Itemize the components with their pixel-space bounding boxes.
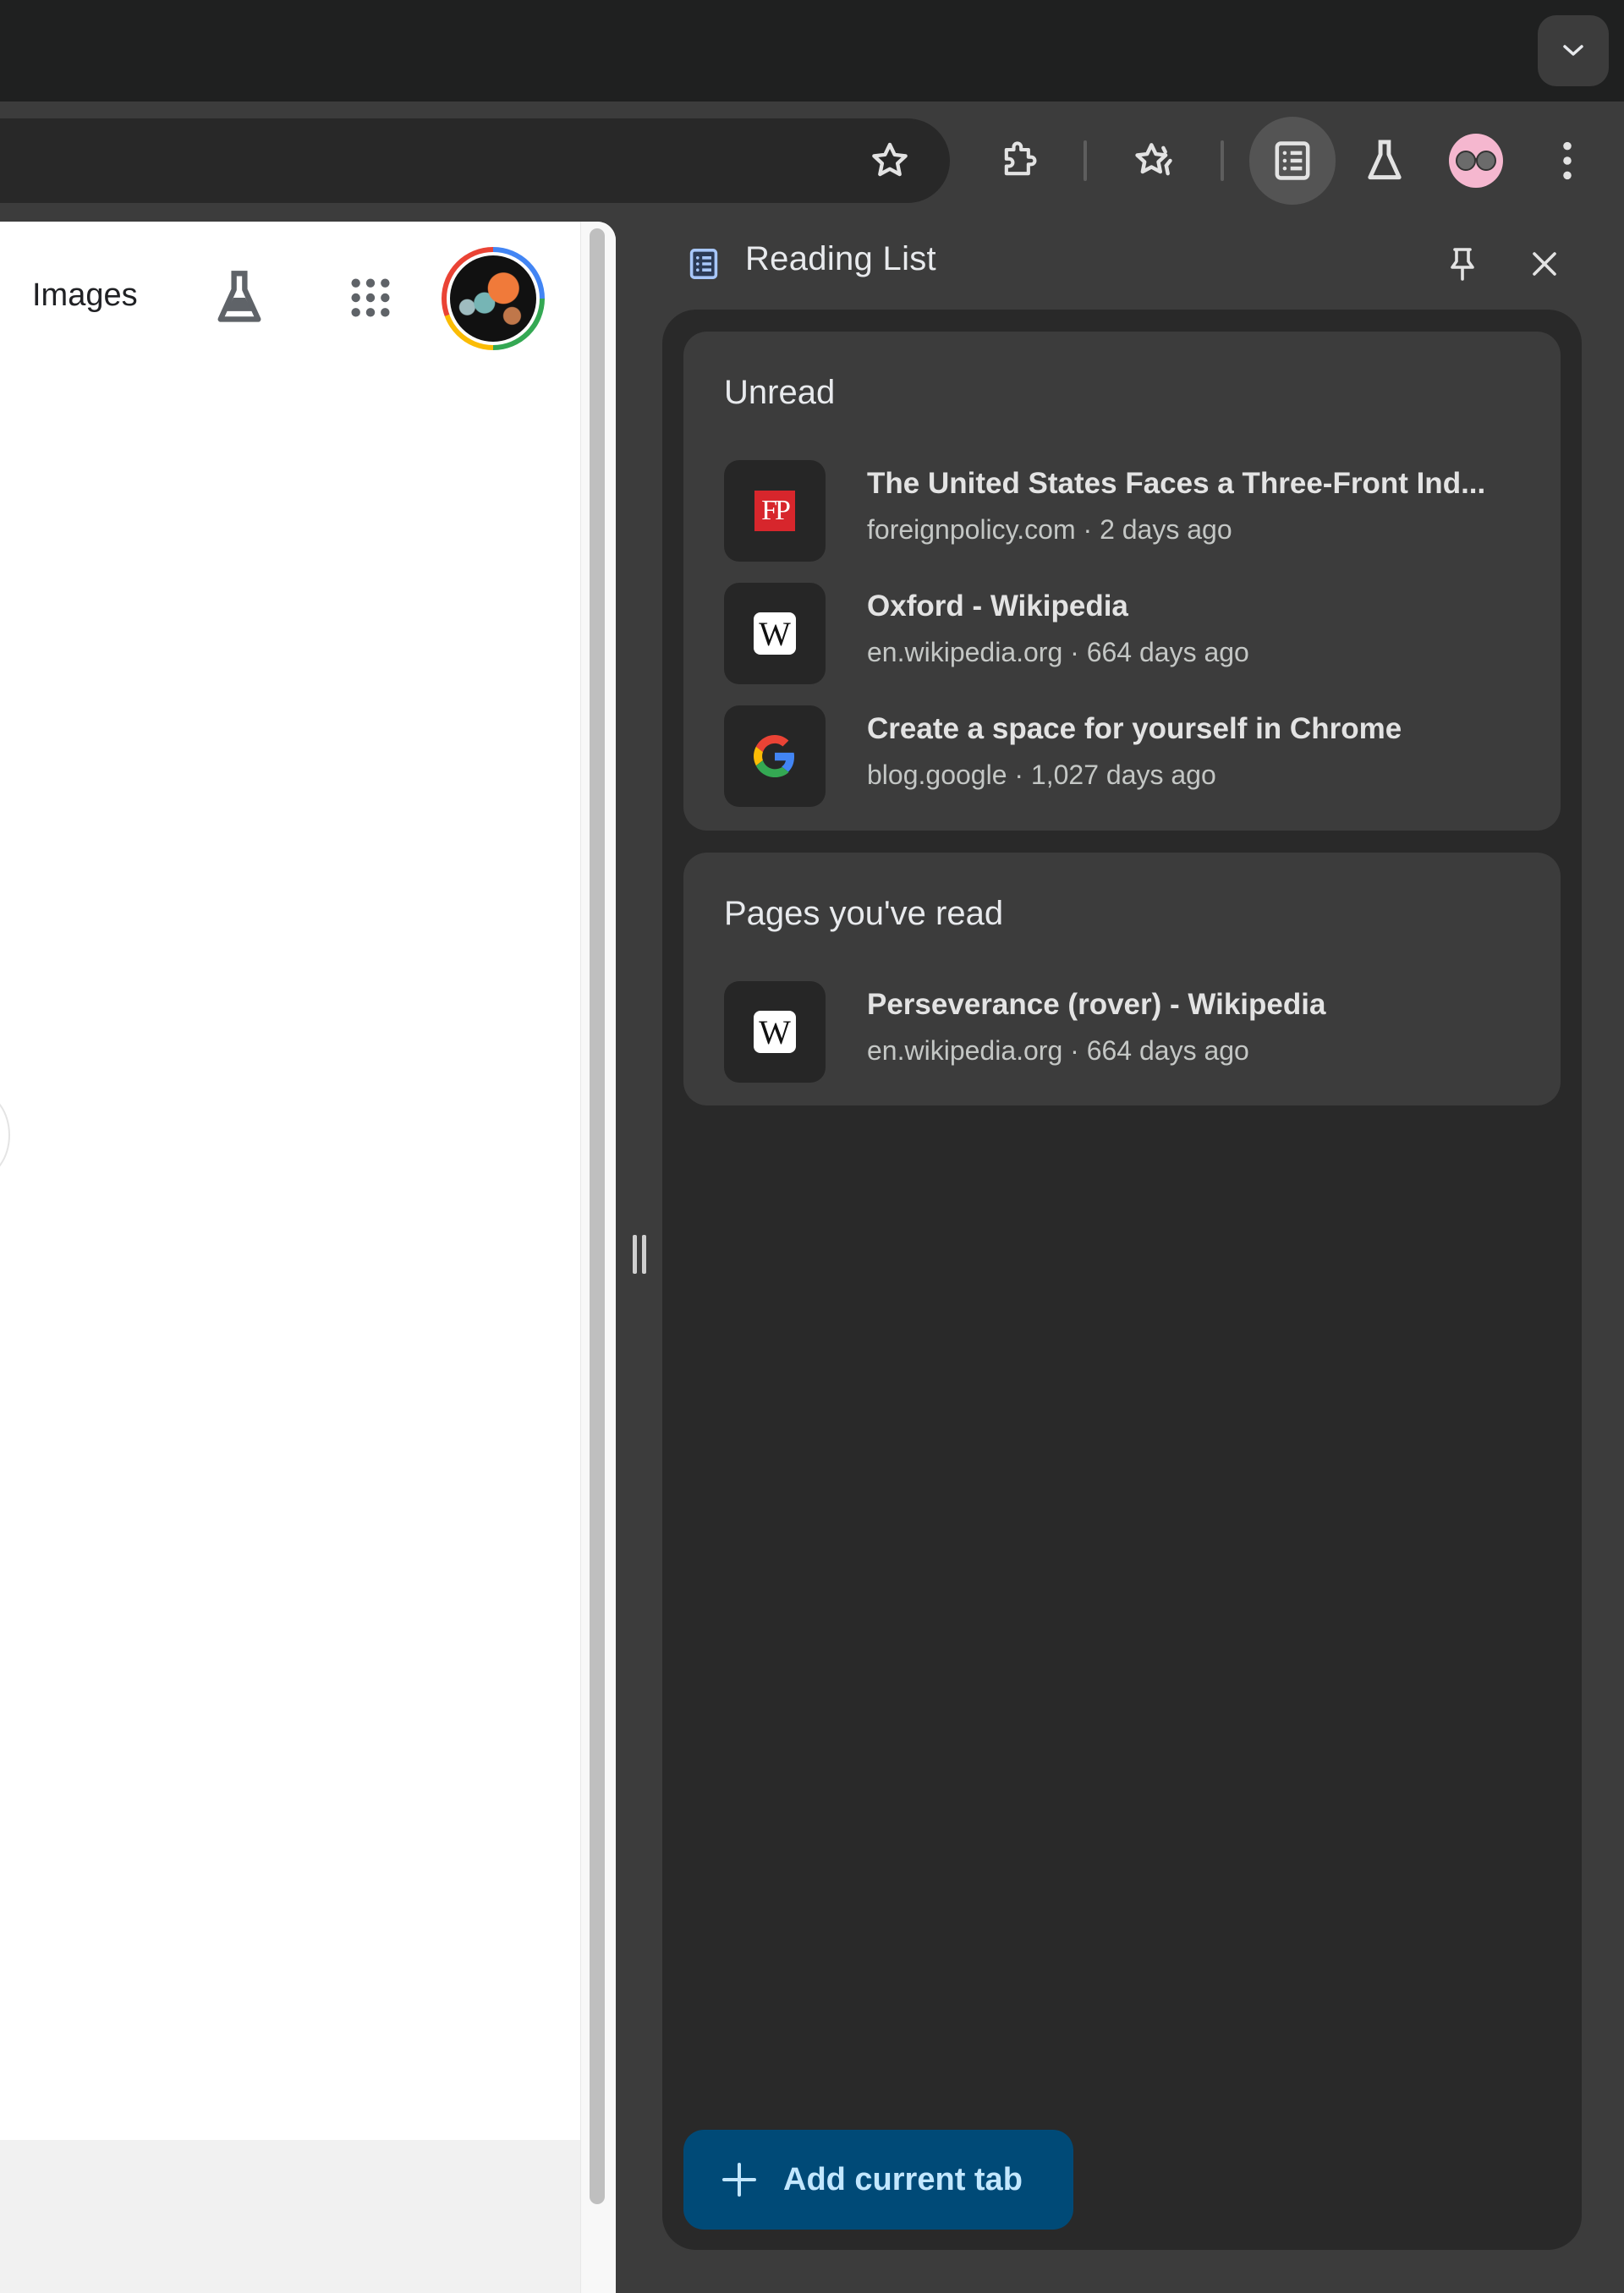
favicon-tile xyxy=(724,705,826,807)
read-section: Pages you've read W Perseverance (rover)… xyxy=(683,853,1561,1105)
wikipedia-favicon-icon: W xyxy=(754,612,796,655)
address-bar[interactable] xyxy=(0,118,950,203)
foreign-policy-favicon-icon: FP xyxy=(754,491,795,531)
reading-list-body: Unread FP The United States Faces a Thre… xyxy=(662,310,1582,2250)
section-title: Pages you've read xyxy=(724,895,1004,932)
bookmark-star-button[interactable] xyxy=(863,134,917,188)
side-panel-header: Reading List xyxy=(617,222,1624,306)
wikipedia-favicon-icon: W xyxy=(754,1011,796,1053)
reading-list-icon xyxy=(689,249,718,279)
close-button[interactable] xyxy=(1519,239,1570,289)
tab-strip xyxy=(0,0,1624,101)
item-title: The United States Faces a Three-Front In… xyxy=(867,467,1486,500)
menu-button[interactable] xyxy=(1540,134,1594,188)
favicon-tile: FP xyxy=(724,460,826,562)
web-page-content: Images xyxy=(0,222,616,2293)
apps-grid-icon xyxy=(351,278,390,317)
google-favicon-icon xyxy=(754,735,795,777)
plus-icon xyxy=(722,2163,756,2197)
search-box-edge xyxy=(0,1093,10,1177)
reading-list-icon xyxy=(1275,141,1310,180)
labs-flask-icon xyxy=(217,271,261,322)
images-link[interactable]: Images xyxy=(32,277,138,314)
page-footer xyxy=(0,2140,580,2293)
scrollbar-thumb[interactable] xyxy=(590,228,605,2204)
favicon-tile: W xyxy=(724,981,826,1083)
item-title: Create a space for yourself in Chrome xyxy=(867,712,1402,745)
reading-list-item[interactable]: Create a space for yourself in Chrome bl… xyxy=(683,695,1561,817)
reading-list-item[interactable]: FP The United States Faces a Three-Front… xyxy=(683,450,1561,572)
bookmarks-list-icon xyxy=(1135,143,1172,176)
labs-button[interactable] xyxy=(207,266,272,330)
unread-section: Unread FP The United States Faces a Thre… xyxy=(683,332,1561,831)
google-apps-button[interactable] xyxy=(338,266,403,330)
item-subtitle: blog.google · 1,027 days ago xyxy=(867,760,1216,790)
reading-list-toolbar-button[interactable] xyxy=(1249,117,1336,205)
toolbar-separator xyxy=(1221,140,1224,181)
section-title: Unread xyxy=(724,374,836,411)
add-current-tab-label: Add current tab xyxy=(783,2161,1023,2197)
extensions-button[interactable] xyxy=(992,134,1046,188)
labs-button[interactable] xyxy=(1358,134,1412,188)
avatar-image xyxy=(450,255,536,342)
item-subtitle: en.wikipedia.org · 664 days ago xyxy=(867,637,1249,667)
item-subtitle: foreignpolicy.com · 2 days ago xyxy=(867,514,1232,545)
pin-button[interactable] xyxy=(1437,239,1488,289)
extensions-icon xyxy=(1004,141,1037,176)
sunglasses-avatar-icon xyxy=(1456,151,1496,171)
item-subtitle: en.wikipedia.org · 664 days ago xyxy=(867,1035,1249,1066)
side-panel-resize-handle[interactable] xyxy=(633,1235,646,1274)
chevron-down-icon xyxy=(1563,45,1583,56)
close-icon xyxy=(1533,252,1556,276)
menu-icon xyxy=(1563,141,1572,180)
bookmarks-button[interactable] xyxy=(1128,134,1182,188)
favicon-tile: W xyxy=(724,583,826,684)
add-current-tab-button[interactable]: Add current tab xyxy=(683,2130,1073,2230)
profile-avatar[interactable] xyxy=(1449,134,1503,188)
pin-icon xyxy=(1451,248,1474,281)
bookmark-star-icon xyxy=(872,142,908,177)
browser-toolbar xyxy=(0,101,1624,222)
tab-search-button[interactable] xyxy=(1538,15,1609,86)
side-panel: Reading List Unread FP The United States… xyxy=(617,222,1624,2293)
item-title: Oxford - Wikipedia xyxy=(867,590,1128,623)
item-title: Perseverance (rover) - Wikipedia xyxy=(867,988,1326,1021)
avatar-ring xyxy=(447,252,540,345)
side-panel-title: Reading List xyxy=(745,240,936,277)
labs-flask-icon xyxy=(1368,140,1402,180)
reading-list-item[interactable]: W Perseverance (rover) - Wikipedia en.wi… xyxy=(683,971,1561,1093)
account-avatar[interactable] xyxy=(442,247,545,350)
toolbar-separator xyxy=(1084,140,1087,181)
reading-list-item[interactable]: W Oxford - Wikipedia en.wikipedia.org · … xyxy=(683,573,1561,694)
